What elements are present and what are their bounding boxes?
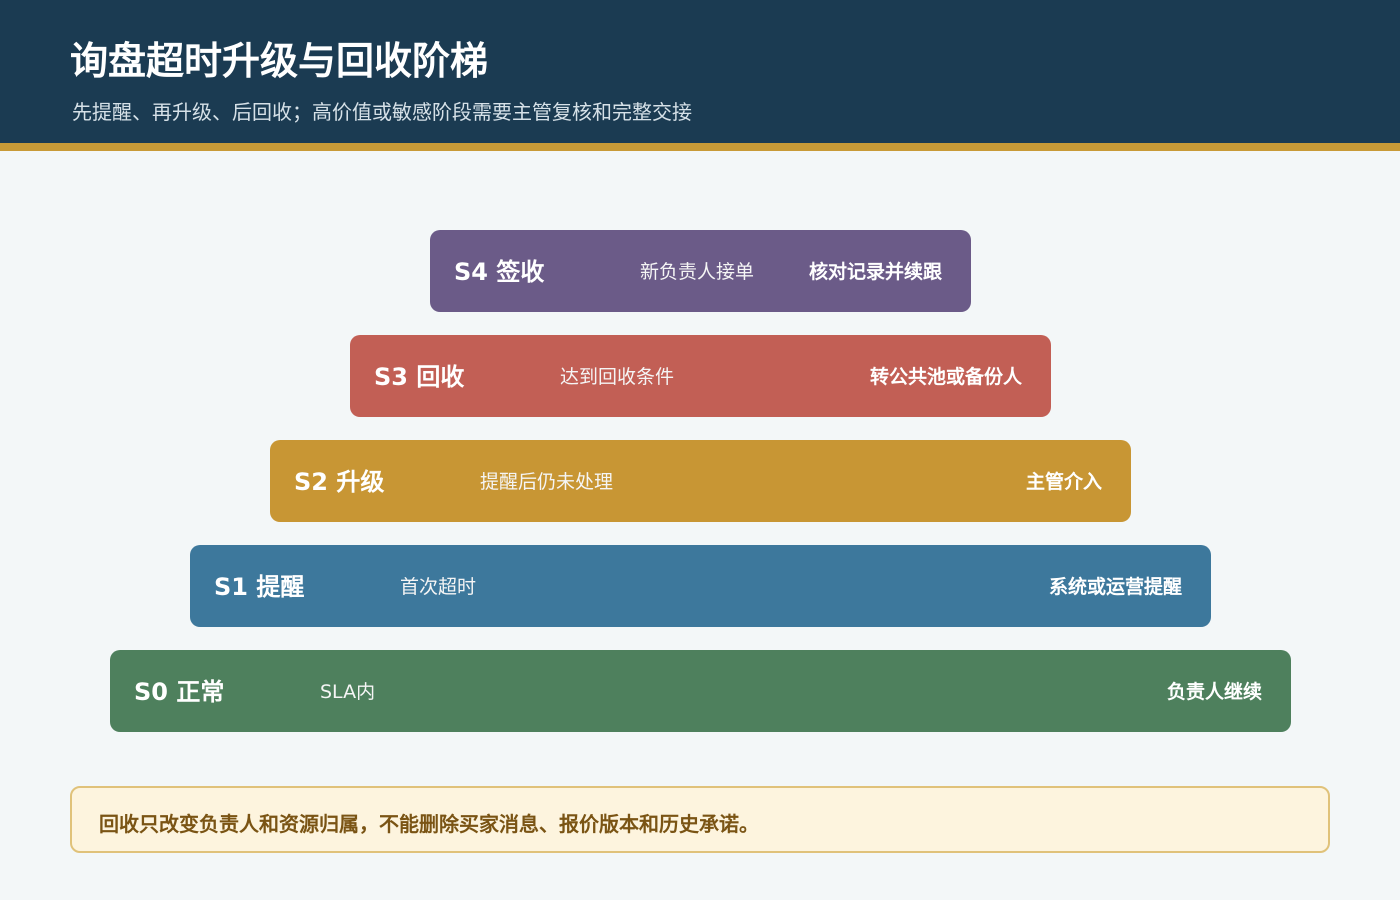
tier-name: S0 正常 (134, 678, 225, 706)
note-text: 回收只改变负责人和资源归属，不能删除买家消息、报价版本和历史承诺。 (99, 812, 759, 836)
tier-name: S2 升级 (294, 468, 385, 496)
tier-s1-remind: S1 提醒 首次超时 系统或运营提醒 (190, 545, 1211, 627)
tier-action: 主管介入 (1025, 471, 1102, 493)
tier-s0-normal: S0 正常 SLA内 负责人继续 (110, 650, 1291, 732)
tier-s3-reclaim: S3 回收 达到回收条件 转公共池或备份人 (350, 335, 1051, 417)
tier-action: 负责人继续 (1166, 681, 1262, 703)
tier-trigger: 提醒后仍未处理 (480, 471, 614, 493)
tier-action: 转公共池或备份人 (869, 366, 1022, 388)
tier-trigger: 达到回收条件 (560, 366, 675, 388)
tier-s4-signoff: S4 签收 新负责人接单 核对记录并续跟 (430, 230, 971, 312)
header-banner: 询盘超时升级与回收阶梯 先提醒、再升级、后回收；高价值或敏感阶段需要主管复核和完… (0, 0, 1400, 143)
page-title: 询盘超时升级与回收阶梯 (70, 39, 489, 83)
tier-trigger: 新负责人接单 (640, 261, 755, 283)
page-subtitle: 先提醒、再升级、后回收；高价值或敏感阶段需要主管复核和完整交接 (72, 100, 692, 124)
tier-trigger: 首次超时 (400, 576, 477, 598)
tier-s2-escalate: S2 升级 提醒后仍未处理 主管介入 (270, 440, 1131, 522)
tier-name: S1 提醒 (214, 573, 305, 601)
header-accent-line (0, 143, 1400, 151)
tier-action: 系统或运营提醒 (1048, 576, 1182, 598)
tier-name: S4 签收 (454, 258, 545, 286)
tier-action: 核对记录并续跟 (808, 261, 942, 283)
tier-trigger: SLA内 (320, 681, 376, 703)
tier-name: S3 回收 (374, 363, 465, 391)
note-box: 回收只改变负责人和资源归属，不能删除买家消息、报价版本和历史承诺。 (70, 786, 1330, 853)
